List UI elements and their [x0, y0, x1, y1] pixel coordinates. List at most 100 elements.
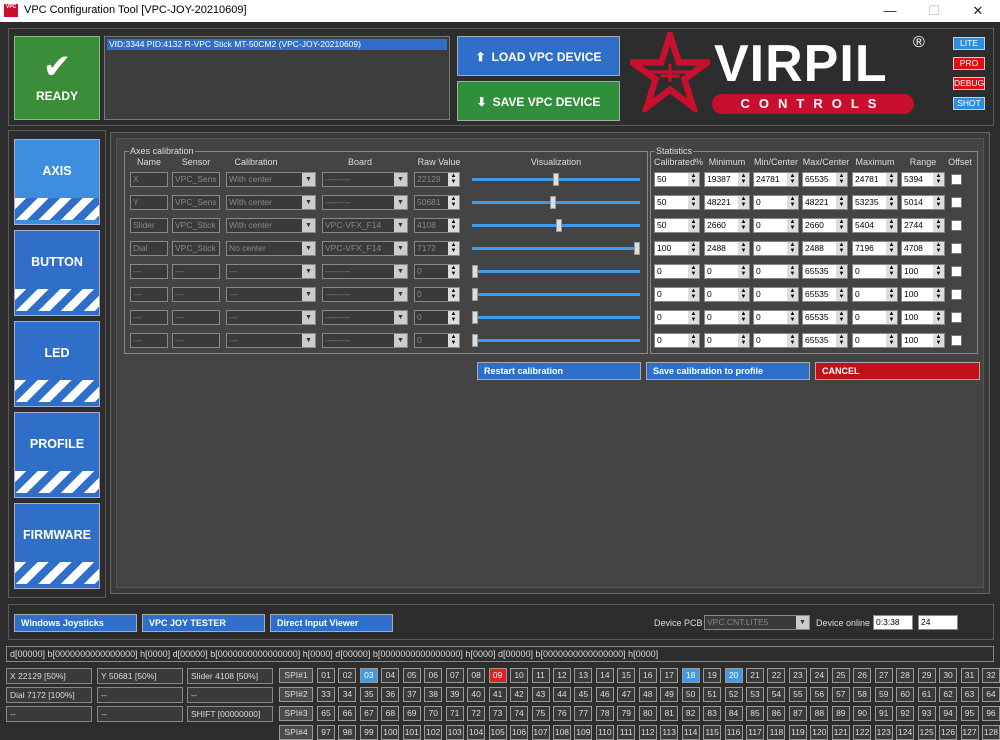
spinner-arrows-icon[interactable]: ▲ ▼: [448, 334, 459, 347]
raw-value-stepper[interactable]: 7172 ▲ ▼: [414, 241, 460, 256]
joy-tester-button[interactable]: VPC JOY TESTER: [142, 614, 265, 632]
stat-stepper[interactable]: 48221 ▲ ▼: [802, 195, 848, 210]
calibration-select[interactable]: With center ▼: [226, 172, 316, 187]
spinner-arrows-icon[interactable]: ▲ ▼: [886, 311, 897, 324]
stat-stepper[interactable]: 0 ▲ ▼: [753, 195, 799, 210]
save-device-button[interactable]: ⬇ SAVE VPC DEVICE: [457, 81, 620, 121]
stat-stepper[interactable]: 5014 ▲ ▼: [901, 195, 945, 210]
stat-stepper[interactable]: 0 ▲ ▼: [753, 287, 799, 302]
stat-stepper[interactable]: 0 ▲ ▼: [704, 333, 750, 348]
maximize-button[interactable]: ☐: [912, 0, 956, 22]
stat-stepper[interactable]: 4708 ▲ ▼: [901, 241, 945, 256]
spinner-arrows-icon[interactable]: ▲ ▼: [933, 173, 944, 186]
nav-firmware-button[interactable]: FIRMWARE: [14, 503, 100, 589]
minimize-button[interactable]: —: [868, 0, 912, 22]
spinner-arrows-icon[interactable]: ▲ ▼: [787, 242, 798, 255]
offset-checkbox[interactable]: [951, 289, 962, 300]
nav-button-button[interactable]: BUTTON: [14, 230, 100, 316]
calibration-select[interactable]: --- ▼: [226, 310, 316, 325]
spinner-arrows-icon[interactable]: ▲ ▼: [836, 173, 847, 186]
stat-stepper[interactable]: 65535 ▲ ▼: [802, 172, 848, 187]
stat-stepper[interactable]: 5404 ▲ ▼: [852, 218, 898, 233]
raw-value-stepper[interactable]: 0 ▲ ▼: [414, 264, 460, 279]
slider-thumb[interactable]: [634, 242, 640, 255]
spinner-arrows-icon[interactable]: ▲ ▼: [688, 242, 699, 255]
calibration-select[interactable]: --- ▼: [226, 287, 316, 302]
stat-stepper[interactable]: 48221 ▲ ▼: [704, 195, 750, 210]
calibration-select[interactable]: No center ▼: [226, 241, 316, 256]
stat-stepper[interactable]: 0 ▲ ▼: [753, 264, 799, 279]
offset-checkbox[interactable]: [951, 312, 962, 323]
stat-stepper[interactable]: 0 ▲ ▼: [654, 310, 700, 325]
board-select[interactable]: --------- ▼: [322, 195, 408, 210]
spinner-arrows-icon[interactable]: ▲ ▼: [886, 219, 897, 232]
visualization-slider[interactable]: [472, 218, 640, 233]
stat-stepper[interactable]: 100 ▲ ▼: [901, 333, 945, 348]
spinner-arrows-icon[interactable]: ▲ ▼: [836, 196, 847, 209]
edition-shot-button[interactable]: SHOT: [953, 97, 985, 110]
spinner-arrows-icon[interactable]: ▲ ▼: [933, 219, 944, 232]
visualization-slider[interactable]: [472, 264, 640, 279]
stat-stepper[interactable]: 24781 ▲ ▼: [852, 172, 898, 187]
spinner-arrows-icon[interactable]: ▲ ▼: [886, 242, 897, 255]
visualization-slider[interactable]: [472, 287, 640, 302]
slider-thumb[interactable]: [556, 219, 563, 232]
stat-stepper[interactable]: 2744 ▲ ▼: [901, 218, 945, 233]
stat-stepper[interactable]: 53235 ▲ ▼: [852, 195, 898, 210]
raw-value-stepper[interactable]: 0 ▲ ▼: [414, 287, 460, 302]
spinner-arrows-icon[interactable]: ▲ ▼: [933, 265, 944, 278]
stat-stepper[interactable]: 0 ▲ ▼: [704, 310, 750, 325]
offset-checkbox[interactable]: [951, 335, 962, 346]
load-device-button[interactable]: ⬆ LOAD VPC DEVICE: [457, 36, 620, 76]
stat-stepper[interactable]: 0 ▲ ▼: [753, 218, 799, 233]
stat-stepper[interactable]: 100 ▲ ▼: [901, 310, 945, 325]
spinner-arrows-icon[interactable]: ▲ ▼: [787, 265, 798, 278]
stat-stepper[interactable]: 24781 ▲ ▼: [753, 172, 799, 187]
spinner-arrows-icon[interactable]: ▲ ▼: [933, 196, 944, 209]
spinner-arrows-icon[interactable]: ▲ ▼: [688, 288, 699, 301]
spinner-arrows-icon[interactable]: ▲ ▼: [688, 196, 699, 209]
offset-checkbox[interactable]: [951, 243, 962, 254]
nav-led-button[interactable]: LED: [14, 321, 100, 407]
cancel-button[interactable]: CANCEL: [815, 362, 980, 380]
spinner-arrows-icon[interactable]: ▲ ▼: [886, 173, 897, 186]
spinner-arrows-icon[interactable]: ▲ ▼: [738, 219, 749, 232]
spinner-arrows-icon[interactable]: ▲ ▼: [688, 265, 699, 278]
spinner-arrows-icon[interactable]: ▲ ▼: [448, 242, 459, 255]
close-button[interactable]: ✕: [956, 0, 1000, 22]
board-select[interactable]: --------- ▼: [322, 333, 408, 348]
stat-stepper[interactable]: 2488 ▲ ▼: [802, 241, 848, 256]
visualization-slider[interactable]: [472, 195, 640, 210]
stat-stepper[interactable]: 100 ▲ ▼: [901, 287, 945, 302]
spinner-arrows-icon[interactable]: ▲ ▼: [448, 196, 459, 209]
spinner-arrows-icon[interactable]: ▲ ▼: [738, 288, 749, 301]
spinner-arrows-icon[interactable]: ▲ ▼: [787, 219, 798, 232]
stat-stepper[interactable]: 50 ▲ ▼: [654, 195, 700, 210]
spinner-arrows-icon[interactable]: ▲ ▼: [787, 288, 798, 301]
stat-stepper[interactable]: 65535 ▲ ▼: [802, 310, 848, 325]
stat-stepper[interactable]: 65535 ▲ ▼: [802, 264, 848, 279]
board-select[interactable]: VPC-VFX_F14 ▼: [322, 218, 408, 233]
raw-value-stepper[interactable]: 4108 ▲ ▼: [414, 218, 460, 233]
nav-axis-button[interactable]: AXIS: [14, 139, 100, 225]
slider-thumb[interactable]: [553, 173, 559, 186]
stat-stepper[interactable]: 2660 ▲ ▼: [802, 218, 848, 233]
spinner-arrows-icon[interactable]: ▲ ▼: [448, 311, 459, 324]
spinner-arrows-icon[interactable]: ▲ ▼: [738, 265, 749, 278]
slider-thumb[interactable]: [472, 311, 478, 324]
save-calibration-profile-button[interactable]: Save calibration to profile: [646, 362, 810, 380]
board-select[interactable]: --------- ▼: [322, 310, 408, 325]
direct-input-viewer-button[interactable]: Direct Input Viewer: [270, 614, 393, 632]
stat-stepper[interactable]: 100 ▲ ▼: [654, 241, 700, 256]
edition-lite-button[interactable]: LITE: [953, 37, 985, 50]
stat-stepper[interactable]: 0 ▲ ▼: [753, 241, 799, 256]
spinner-arrows-icon[interactable]: ▲ ▼: [787, 173, 798, 186]
spinner-arrows-icon[interactable]: ▲ ▼: [738, 173, 749, 186]
offset-checkbox[interactable]: [951, 197, 962, 208]
spinner-arrows-icon[interactable]: ▲ ▼: [886, 288, 897, 301]
stat-stepper[interactable]: 0 ▲ ▼: [852, 333, 898, 348]
spinner-arrows-icon[interactable]: ▲ ▼: [688, 173, 699, 186]
board-select[interactable]: --------- ▼: [322, 287, 408, 302]
spinner-arrows-icon[interactable]: ▲ ▼: [787, 311, 798, 324]
visualization-slider[interactable]: [472, 172, 640, 187]
